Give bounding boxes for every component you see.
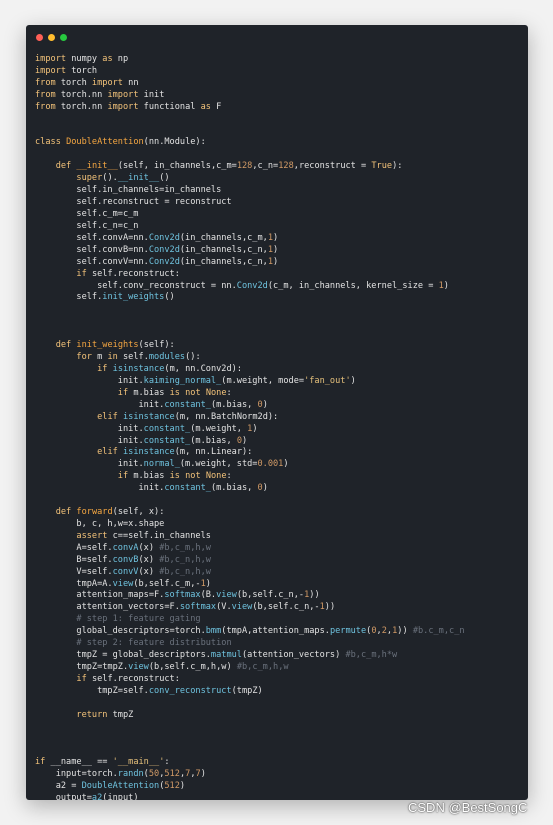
code-line: tmpZ = global_descriptors.matmul(attenti… [35,650,398,661]
code-line: class DoubleAttention(nn.Module): [35,137,206,148]
code-comment-line: # step 1: feature gating [76,614,201,625]
code-line: if m.bias is not None: [117,471,232,482]
code-line: init.normal_(m.weight, std=0.001) [35,459,289,470]
code-line: def init_weights(self): [55,340,175,351]
maximize-window-icon[interactable] [60,34,67,41]
minimize-window-icon[interactable] [48,34,55,41]
code-line: init.constant_(m.bias, 0) [35,399,268,410]
code-line: super().__init__() [76,173,170,184]
window-controls [36,34,67,41]
code-line: for m in self.modules(): [76,352,201,363]
code-line: B=self.convB(x) #b,c_n,h,w [35,554,211,565]
code-line: self.convV=nn.Conv2d(in_channels,c_n,1) [35,256,279,267]
code-line: elif isinstance(m, nn.BatchNorm2d): [97,411,279,422]
code-line: attention_maps=F.softmax(B.view(b,self.c… [35,590,320,601]
code-line: tmpZ=self.conv_reconstruct(tmpZ) [35,685,263,696]
code-line: def forward(self, x): [55,507,165,518]
code-block: import numpy as np import torch from torch… [35,54,522,800]
code-line: import torch [35,65,98,76]
code-line: self.reconstruct = reconstruct [35,197,232,208]
code-line: assert c==self.in_channels [76,530,211,541]
code-line: init.constant_(m.bias, 0) [35,483,268,494]
code-line: a2 = DoubleAttention(512) [35,781,186,792]
code-line: self.convA=nn.Conv2d(in_channels,c_m,1) [35,232,279,243]
code-comment-line: # step 2: feature distribution [76,638,232,649]
code-line: from torch import nn [35,77,139,88]
code-line: def __init__(self, in_channels,c_m=128,c… [55,161,403,172]
code-line: init.constant_(m.weight, 1) [35,423,258,434]
code-window: import numpy as np import torch from torch… [26,25,528,800]
code-line: tmpA=A.view(b,self.c_m,-1) [35,578,211,589]
code-line: global_descriptors=torch.bmm(tmpA,attent… [35,626,465,637]
code-line: if self.reconstruct: [76,268,180,279]
code-line: init.kaiming_normal_(m.weight, mode='fan… [35,375,356,386]
code-line: attention_vectors=F.softmax(V.view(b,sel… [35,602,336,613]
code-line: from torch.nn import init [35,89,165,100]
code-line: self.c_n=c_n [35,220,139,231]
code-line: self.init_weights() [35,292,175,303]
code-line: if self.reconstruct: [76,673,180,684]
code-line: b, c, h,w=x.shape [35,518,165,529]
code-line: self.in_channels=in_channels [35,185,222,196]
code-line: if __name__ == '__main__': [35,757,170,768]
code-line: if m.bias is not None: [117,387,232,398]
code-line: self.c_m=c_m [35,208,139,219]
code-line: elif isinstance(m, nn.Linear): [97,447,253,458]
code-line: V=self.convV(x) #b,c_n,h,w [35,566,211,577]
code-line: self.conv_reconstruct = nn.Conv2d(c_m, i… [35,280,449,291]
code-line: import numpy as np [35,54,129,64]
code-line: self.convB=nn.Conv2d(in_channels,c_n,1) [35,244,279,255]
close-window-icon[interactable] [36,34,43,41]
code-line: input=torch.randn(50,512,7,7) [35,769,206,780]
code-line: from torch.nn import functional as F [35,101,222,112]
watermark: CSDN @BestSongC [408,800,528,815]
code-line: init.constant_(m.bias, 0) [35,435,248,446]
code-line: A=self.convA(x) #b,c_m,h,w [35,542,211,553]
code-line: if isinstance(m, nn.Conv2d): [97,363,242,374]
code-line: return tmpZ [76,709,134,720]
code-line: output=a2(input) [35,793,139,800]
code-line: tmpZ=tmpZ.view(b,self.c_m,h,w) #b,c_m,h,… [35,662,289,673]
